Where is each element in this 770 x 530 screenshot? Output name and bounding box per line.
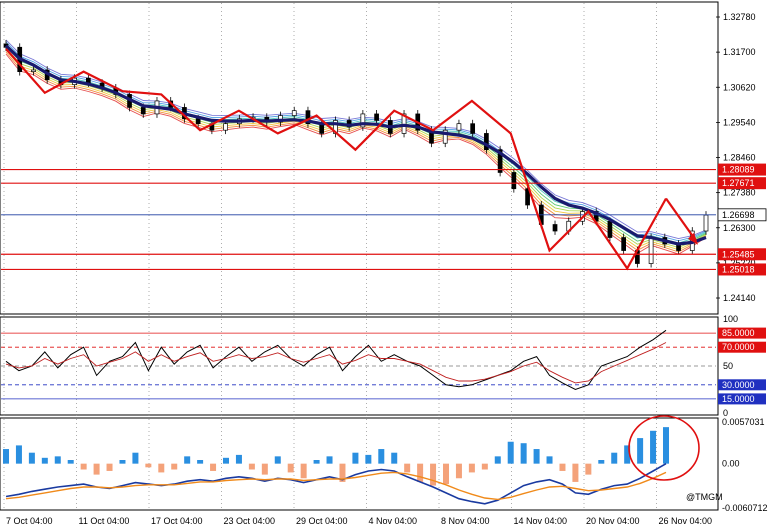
- macd-histogram-bar: [507, 441, 514, 464]
- candle-body: [31, 69, 36, 72]
- candle-body: [374, 113, 379, 121]
- candle-body: [511, 172, 517, 190]
- x-tick-label: 14 Nov 04:00: [514, 516, 568, 526]
- macd-tick-label: 0.00: [722, 459, 740, 469]
- macd-histogram-bar: [28, 452, 35, 464]
- candle-body: [223, 123, 228, 131]
- macd-histogram-bar: [119, 460, 126, 464]
- x-tick-label: 20 Nov 04:00: [586, 516, 640, 526]
- candle-body: [552, 224, 558, 232]
- macd-histogram-bar: [274, 456, 281, 464]
- osc-tick-label: 100: [723, 314, 738, 324]
- y-tick-label: 1.32780: [723, 12, 756, 22]
- osc-level-badge-label: 70.0000: [722, 342, 755, 352]
- macd-histogram-bar: [559, 463, 566, 471]
- macd-histogram-bar: [430, 463, 437, 486]
- x-tick-label: 8 Nov 04:00: [441, 516, 490, 526]
- y-tick-label: 1.28460: [723, 153, 756, 163]
- candle-body: [291, 110, 297, 116]
- macd-histogram-bar: [663, 427, 669, 464]
- macd-histogram-bar: [184, 456, 191, 464]
- macd-histogram-bar: [546, 456, 553, 464]
- macd-histogram-bar: [326, 456, 333, 464]
- macd-histogram-bar: [80, 463, 87, 470]
- osc-level-badge-label: 15.0000: [722, 394, 755, 404]
- macd-histogram-bar: [132, 452, 139, 464]
- x-tick-label: 23 Oct 04:00: [224, 516, 276, 526]
- macd-histogram-bar: [93, 463, 100, 475]
- macd-histogram-bar: [468, 463, 475, 473]
- macd-histogram-bar: [313, 460, 320, 464]
- macd-histogram-bar: [378, 449, 385, 464]
- macd-histogram-bar: [520, 443, 527, 464]
- macd-histogram-bar: [235, 454, 242, 464]
- watermark: @TMGM: [686, 492, 723, 502]
- macd-histogram-bar: [41, 457, 48, 464]
- y-tick-label: 1.29540: [723, 117, 756, 127]
- macd-histogram-bar: [197, 460, 204, 464]
- macd-histogram-bar: [365, 454, 372, 464]
- macd-histogram-bar: [637, 438, 644, 464]
- main-panel-frame: [0, 1, 719, 315]
- level-badge-label: 1.25485: [722, 249, 755, 259]
- macd-histogram-bar: [158, 463, 165, 473]
- macd-histogram-bar: [404, 463, 411, 473]
- x-tick-label: 29 Oct 04:00: [296, 516, 348, 526]
- macd-histogram-bar: [494, 456, 501, 464]
- macd-histogram-bar: [54, 456, 61, 464]
- level-badge-label: 1.28089: [722, 165, 755, 175]
- level-badge-label: 1.27671: [722, 178, 755, 188]
- macd-histogram-bar: [417, 463, 424, 482]
- macd-histogram-bar: [67, 460, 74, 464]
- macd-histogram-bar: [443, 463, 449, 485]
- candle-body: [703, 214, 709, 232]
- osc-level-badge-label: 30.0000: [722, 380, 755, 390]
- macd-histogram-bar: [533, 449, 540, 464]
- osc-tick-label: 50: [723, 361, 733, 371]
- y-tick-label: 1.30620: [723, 82, 756, 92]
- macd-histogram-bar: [585, 463, 592, 475]
- macd-tick-label: 0.0057031: [722, 417, 765, 427]
- candle-body: [195, 118, 201, 125]
- candle-body: [621, 237, 626, 251]
- macd-histogram-bar: [248, 463, 255, 470]
- macd-histogram-bar: [455, 463, 462, 479]
- y-tick-label: 1.26300: [723, 223, 756, 233]
- x-tick-label: 7 Oct 04:00: [6, 516, 53, 526]
- macd-histogram-bar: [15, 445, 22, 464]
- x-tick-label: 17 Oct 04:00: [151, 516, 203, 526]
- macd-histogram-bar: [223, 457, 229, 464]
- macd-histogram-bar: [287, 463, 294, 473]
- macd-histogram-bar: [261, 463, 268, 475]
- macd-histogram-bar: [3, 449, 9, 464]
- macd-histogram-bar: [650, 430, 657, 464]
- macd-histogram-bar: [145, 463, 152, 468]
- macd-histogram-bar: [598, 460, 605, 464]
- candle-body: [140, 107, 146, 115]
- macd-histogram-bar: [391, 452, 398, 464]
- macd-histogram-bar: [611, 452, 618, 464]
- candle-body: [607, 220, 613, 238]
- x-tick-label: 26 Nov 04:00: [659, 516, 713, 526]
- y-tick-label: 1.31700: [723, 47, 756, 57]
- candle-body: [456, 123, 462, 131]
- macd-histogram-bar: [171, 463, 178, 470]
- macd-histogram-bar: [572, 463, 579, 482]
- macd-histogram-bar: [106, 463, 113, 471]
- x-tick-label: 11 Oct 04:00: [79, 516, 130, 526]
- macd-histogram-bar: [481, 463, 488, 470]
- macd-histogram-bar: [352, 452, 359, 464]
- osc-level-badge-label: 85.0000: [722, 328, 755, 338]
- candle-body: [470, 123, 476, 134]
- y-tick-label: 1.24140: [723, 293, 756, 303]
- level-badge-label: 1.25018: [722, 264, 755, 274]
- macd-tick-label: -0.0060712: [722, 503, 768, 513]
- price-badge-label: 1.26698: [722, 210, 755, 220]
- macd-histogram-bar: [210, 463, 217, 471]
- macd-histogram-bar: [300, 463, 307, 479]
- x-tick-label: 4 Nov 04:00: [369, 516, 418, 526]
- forex-chart: 7 Oct 04:00 11 Oct 04:00 17 Oct 04:00 23 Oc…: [0, 1, 768, 526]
- candle-body: [648, 237, 654, 264]
